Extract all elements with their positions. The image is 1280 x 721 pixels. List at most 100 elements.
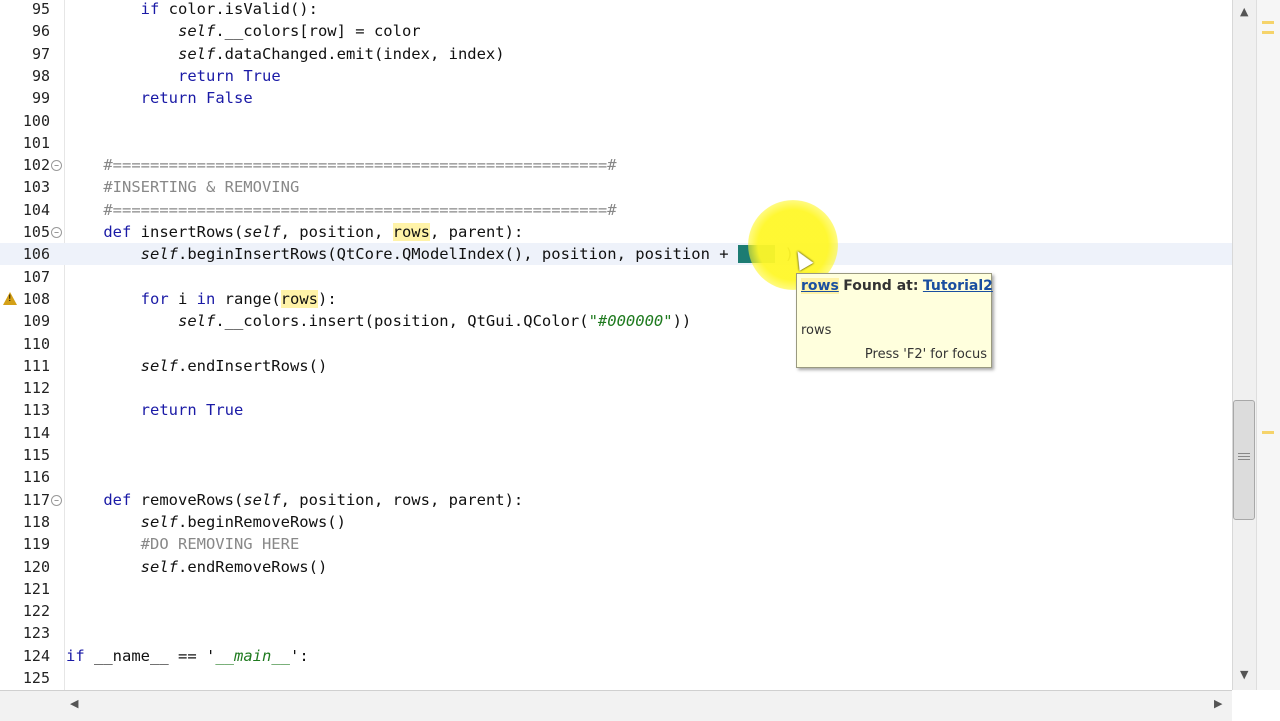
fold-toggle-icon[interactable]: − [51, 227, 62, 238]
code-text: #INSERTING & REMOVING [66, 176, 299, 198]
code-line[interactable]: 98 return True [0, 65, 1232, 87]
code-token: .endInsertRows() [177, 356, 328, 375]
code-line[interactable]: 122 [0, 600, 1232, 622]
line-number: 123 [22, 624, 50, 643]
scrollbar-thumb[interactable] [1233, 400, 1255, 520]
code-line[interactable]: 106 self.beginInsertRows(QtCore.QModelIn… [0, 243, 1232, 266]
chevron-left-icon[interactable]: ◀ [70, 697, 78, 710]
code-text: #DO REMOVING HERE [66, 533, 300, 555]
code-line[interactable]: 105− def insertRows(self, position, rows… [0, 221, 1232, 243]
code-line[interactable]: 118 self.beginRemoveRows() [0, 511, 1232, 533]
line-number: 97 [31, 44, 50, 63]
code-line[interactable]: 121 [0, 578, 1232, 600]
code-token: return [177, 66, 234, 85]
chevron-right-icon[interactable]: ▶ [1214, 697, 1222, 710]
line-number: 101 [22, 133, 50, 152]
code-text: self.beginInsertRows(QtCore.QModelIndex(… [66, 243, 794, 265]
code-token: insertRows( [131, 223, 244, 241]
line-number: 118 [22, 512, 50, 531]
code-token: False [206, 89, 253, 108]
line-number: 104 [22, 200, 50, 219]
code-token: i [168, 289, 197, 308]
code-line[interactable]: 103 #INSERTING & REMOVING [0, 176, 1232, 198]
line-number: 99 [31, 89, 50, 108]
line-number: 117 [22, 490, 50, 509]
code-text: self.beginRemoveRows() [66, 511, 346, 533]
warning-icon[interactable]: ! [3, 291, 17, 305]
line-number: 96 [31, 22, 50, 41]
tooltip-source-link[interactable]: Tutorial2 [923, 278, 993, 294]
chevron-down-icon[interactable]: ▼ [1240, 668, 1248, 681]
overview-ruler[interactable] [1256, 0, 1280, 690]
tooltip-header: rows Found at: Tutorial2 [801, 278, 993, 294]
code-line[interactable]: 99 return False [0, 87, 1232, 109]
code-text: self.__colors[row] = color [66, 20, 421, 42]
code-line[interactable]: 111 self.endInsertRows() [0, 355, 1232, 377]
highlighted-token: rows [392, 223, 430, 241]
overview-mark[interactable] [1262, 31, 1274, 35]
code-token: True [243, 66, 281, 85]
line-number: 119 [22, 535, 50, 554]
code-line[interactable]: 109 self.__colors.insert(position, QtGui… [0, 310, 1232, 332]
code-editor[interactable]: 95 if color.isValid(): 96 self.__colors[r… [0, 0, 1232, 690]
code-text: return True [66, 65, 281, 87]
code-token: self [177, 44, 216, 63]
code-line[interactable]: 96 self.__colors[row] = color [0, 20, 1232, 42]
code-line[interactable]: 117− def removeRows(self, position, rows… [0, 489, 1232, 511]
code-line[interactable]: 107 [0, 266, 1232, 288]
line-number: 121 [22, 579, 50, 598]
code-token: ): [317, 289, 337, 308]
tooltip-found-label: Found at: [843, 278, 919, 294]
code-line[interactable]: 114 [0, 422, 1232, 444]
code-token: def [103, 223, 132, 241]
code-line[interactable]: 97 self.dataChanged.emit(index, index) [0, 43, 1232, 65]
code-line[interactable]: 108! for i in range(rows): [0, 288, 1232, 310]
line-number: 114 [22, 423, 50, 442]
fold-toggle-icon[interactable]: − [51, 494, 62, 506]
chevron-up-icon[interactable]: ▲ [1240, 5, 1248, 18]
code-line[interactable]: 100 [0, 110, 1232, 132]
code-text: self.endRemoveRows() [66, 556, 328, 578]
code-line[interactable]: 113 return True [0, 399, 1232, 421]
code-line[interactable]: 124 if __name__ == '__main__': [0, 645, 1232, 667]
code-line[interactable]: 95 if color.isValid(): [0, 0, 1232, 20]
code-line[interactable]: 101 [0, 132, 1232, 154]
hover-tooltip: rows Found at: Tutorial2 rows Press 'F2'… [796, 273, 993, 368]
line-number: 95 [31, 0, 50, 18]
line-number: 112 [22, 379, 50, 398]
vertical-scrollbar[interactable]: ▲ ▼ [1232, 0, 1257, 690]
code-line[interactable]: 116 [0, 466, 1232, 488]
code-token: self [243, 223, 281, 241]
overview-mark[interactable] [1262, 431, 1274, 435]
code-text: if color.isValid(): [66, 0, 318, 20]
horizontal-scrollbar[interactable]: ◀ ▶ [0, 690, 1232, 721]
code-line[interactable]: 104 #===================================… [0, 199, 1232, 221]
code-token: #=======================================… [103, 156, 617, 175]
code-token: self [140, 356, 178, 375]
code-text: def removeRows(self, position, rows, par… [66, 489, 523, 511]
line-number: 111 [22, 356, 50, 375]
code-line[interactable]: 112 [0, 377, 1232, 399]
fold-toggle-icon[interactable]: − [51, 160, 62, 172]
code-text: return False [66, 87, 253, 109]
code-line[interactable]: 110 [0, 333, 1232, 355]
code-line[interactable]: 115 [0, 444, 1232, 466]
code-line[interactable]: 120 self.endRemoveRows() [0, 556, 1232, 578]
code-token: self [140, 245, 178, 264]
overview-mark[interactable] [1262, 20, 1274, 24]
code-line[interactable]: 125 [0, 667, 1232, 689]
code-line[interactable]: 102− #==================================… [0, 154, 1232, 176]
code-line[interactable]: 119 #DO REMOVING HERE [0, 533, 1232, 555]
line-number: 115 [22, 446, 50, 464]
line-number: 98 [31, 66, 50, 85]
code-token: .__colors[row] = color [215, 22, 421, 41]
tooltip-doc: rows [801, 323, 832, 338]
code-line[interactable]: 123 [0, 622, 1232, 644]
